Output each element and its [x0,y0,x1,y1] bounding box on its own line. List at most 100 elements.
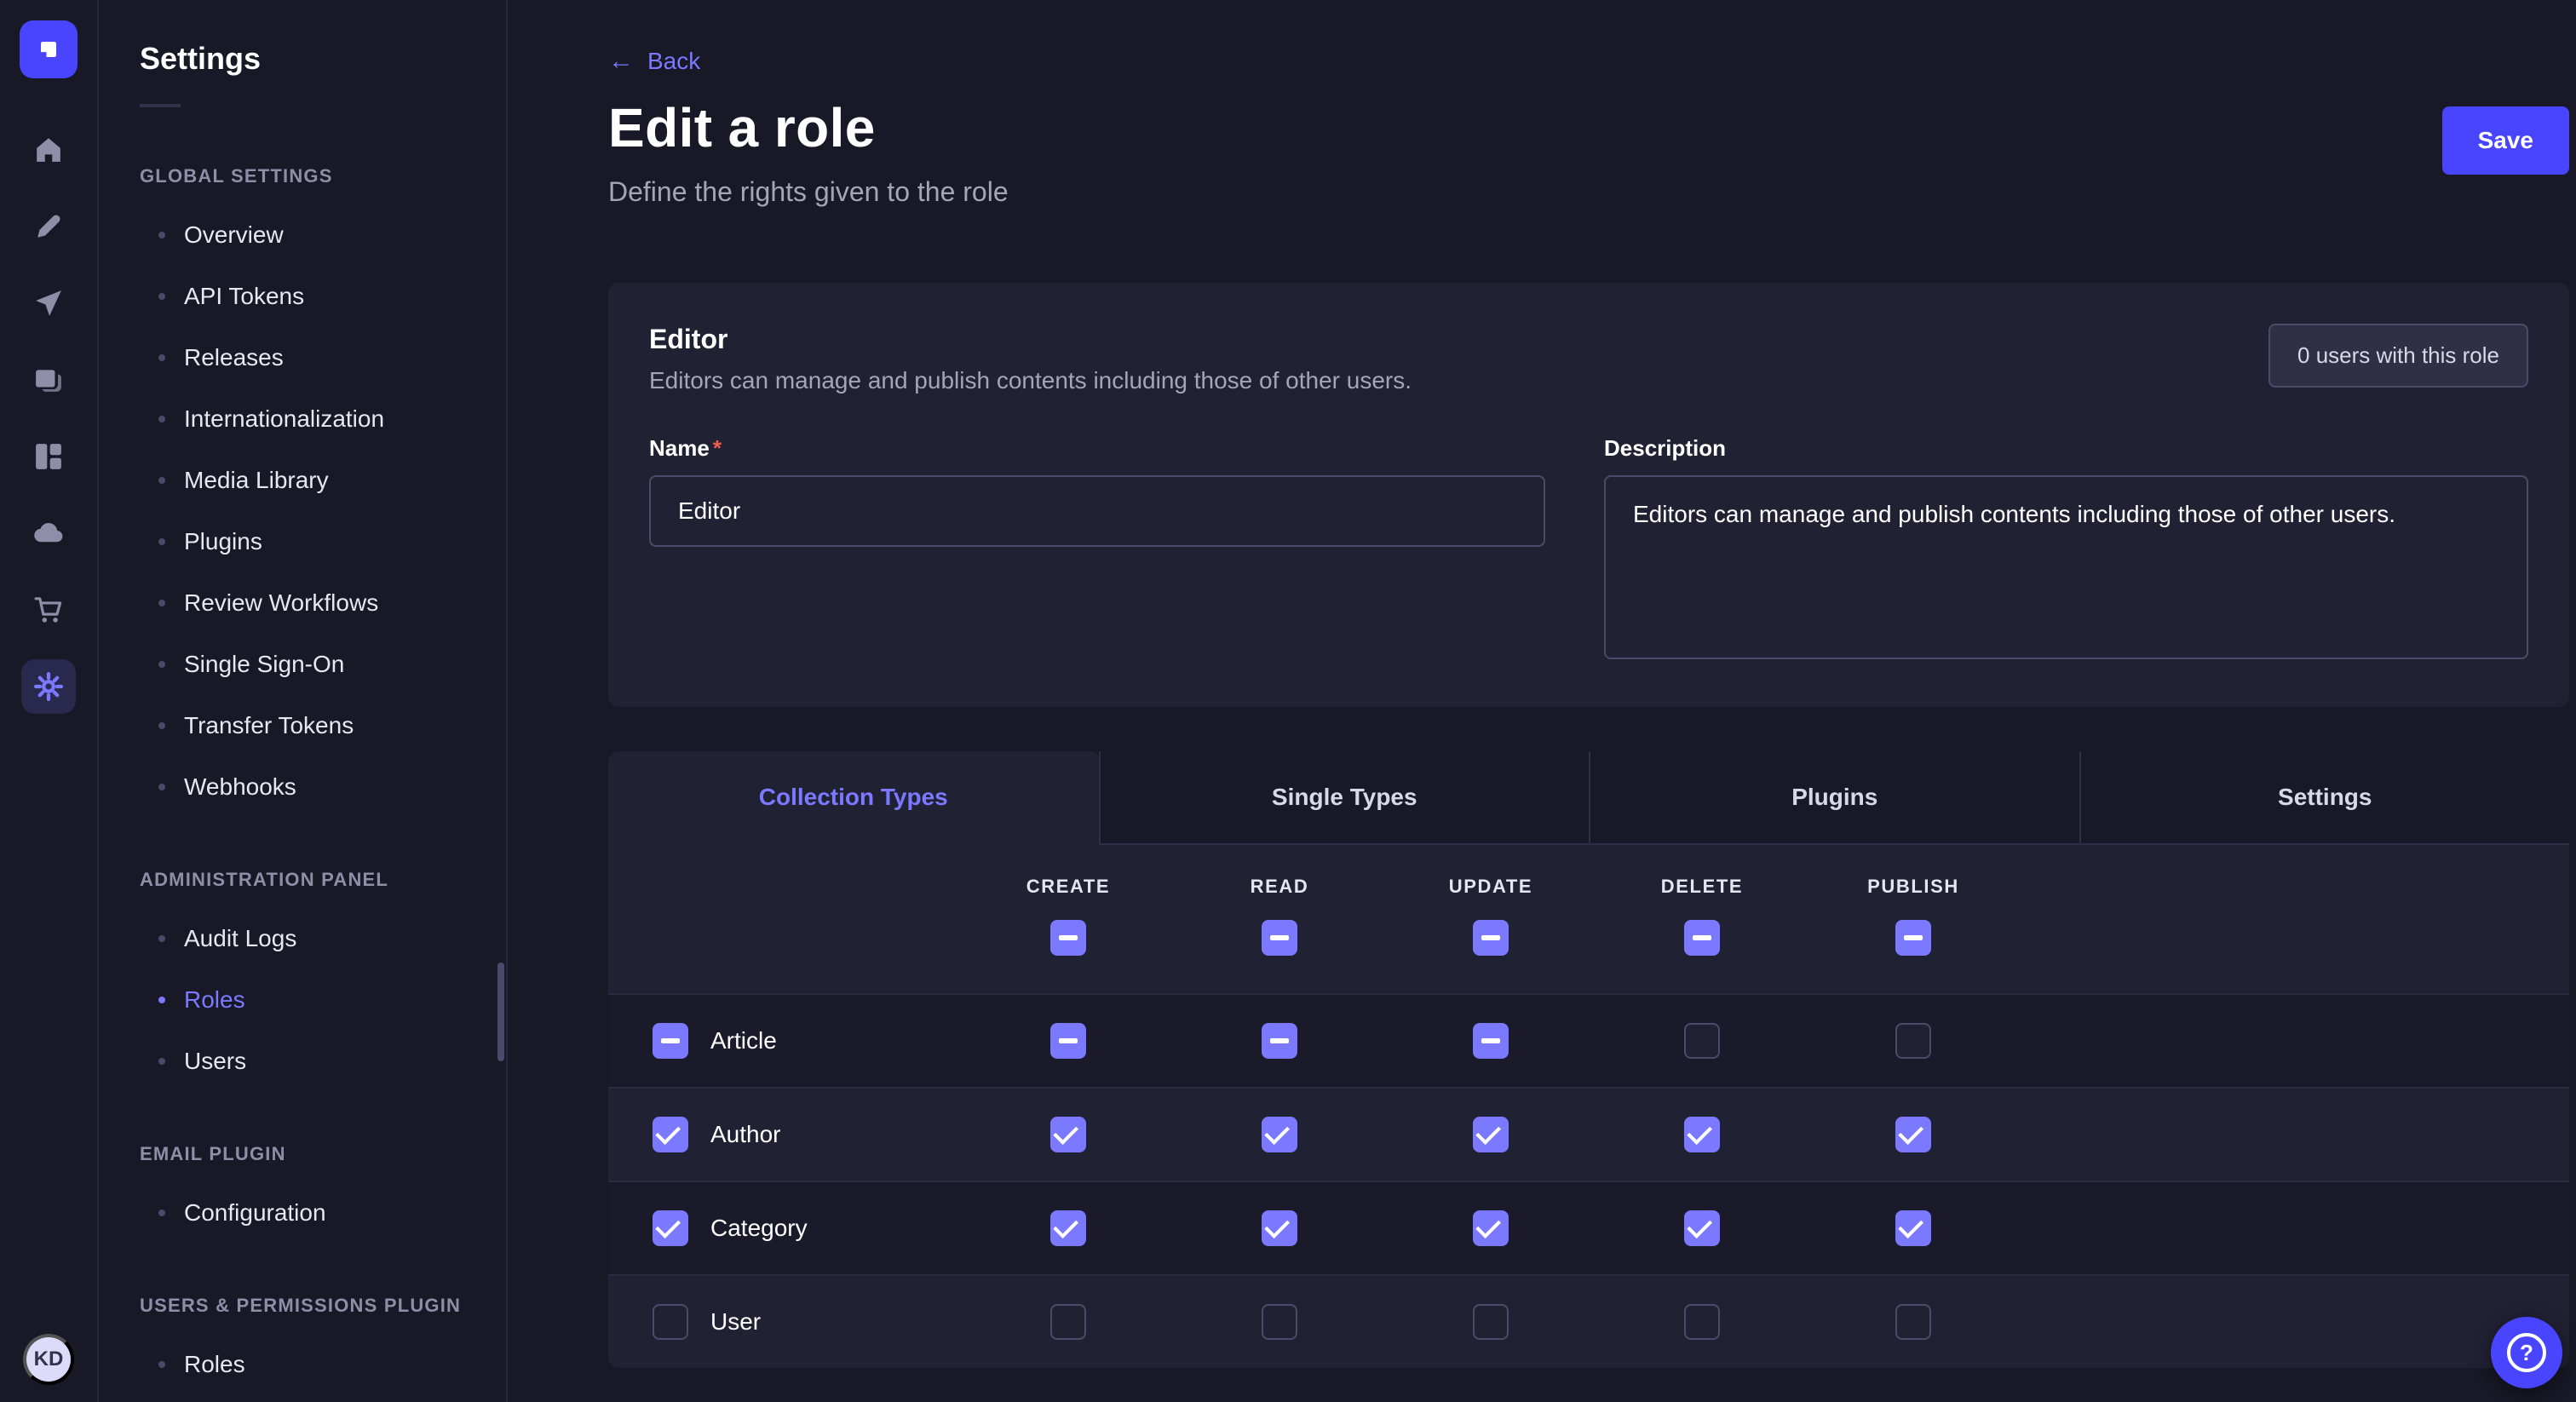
user-read-checkbox[interactable] [1262,1304,1297,1340]
sidebar-item-label: Releases [184,344,284,371]
help-button[interactable]: ? [2491,1317,2562,1388]
sidebar-item-media-library[interactable]: Media Library [99,450,506,511]
nav-marketplace-button[interactable] [21,583,76,637]
article-publish-checkbox[interactable] [1895,1023,1931,1059]
header-spacer [608,876,963,956]
row-checkbox-user[interactable] [653,1304,688,1340]
media-library-icon [34,365,63,394]
sidebar-item-roles-admin[interactable]: Roles [99,969,506,1031]
question-mark-icon: ? [2507,1333,2546,1372]
user-publish-checkbox[interactable] [1895,1304,1931,1340]
author-create-checkbox[interactable] [1050,1117,1086,1152]
paper-plane-icon [34,289,63,318]
article-update-checkbox[interactable] [1473,1023,1509,1059]
column-label: CREATE [1026,876,1110,898]
tab-single-types[interactable]: Single Types [1099,751,1590,845]
description-textarea[interactable]: Editors can manage and publish contents … [1604,475,2528,659]
nav-content-manager-button[interactable] [21,199,76,254]
select-all-publish-checkbox[interactable] [1895,920,1931,956]
bullet-icon [158,997,165,1003]
author-read-checkbox[interactable] [1262,1117,1297,1152]
row-checkbox-category[interactable] [653,1210,688,1246]
user-update-checkbox[interactable] [1473,1304,1509,1340]
section-email-plugin: EMAIL PLUGIN Configuration [99,1129,506,1244]
category-publish-checkbox[interactable] [1895,1210,1931,1246]
nav-settings-button[interactable] [21,659,76,714]
sidebar-item-webhooks[interactable]: Webhooks [99,756,506,818]
rail-nav [21,123,76,1334]
author-delete-checkbox[interactable] [1684,1117,1720,1152]
back-link[interactable]: ← Back [608,48,700,75]
tab-collection-types[interactable]: Collection Types [608,751,1099,845]
cell [1385,1117,1596,1152]
select-all-create-checkbox[interactable] [1050,920,1086,956]
row-label-cell: Author [608,1117,963,1152]
sidebar-item-users[interactable]: Users [99,1031,506,1092]
permissions-header-row: CREATE READ UPDATE DELETE PUBLISH [608,845,2569,993]
description-field-group: Description Editors can manage and publi… [1604,435,2528,666]
author-update-checkbox[interactable] [1473,1117,1509,1152]
user-create-checkbox[interactable] [1050,1304,1086,1340]
sidebar-item-audit-logs[interactable]: Audit Logs [99,908,506,969]
user-avatar[interactable]: KD [23,1334,74,1385]
sidebar-item-internationalization[interactable]: Internationalization [99,388,506,450]
sidebar-item-configuration[interactable]: Configuration [99,1182,506,1244]
author-publish-checkbox[interactable] [1895,1117,1931,1152]
category-create-checkbox[interactable] [1050,1210,1086,1246]
sidebar-item-single-sign-on[interactable]: Single Sign-On [99,634,506,695]
table-row-category: Category [608,1181,2569,1274]
sidebar-item-review-workflows[interactable]: Review Workflows [99,572,506,634]
row-checkbox-article[interactable] [653,1023,688,1059]
row-checkbox-author[interactable] [653,1117,688,1152]
save-button[interactable]: Save [2442,106,2569,175]
category-read-checkbox[interactable] [1262,1210,1297,1246]
select-all-read-checkbox[interactable] [1262,920,1297,956]
article-delete-checkbox[interactable] [1684,1023,1720,1059]
article-read-checkbox[interactable] [1262,1023,1297,1059]
name-input[interactable] [649,475,1545,547]
layout-icon [34,442,63,471]
role-name-heading: Editor [649,324,1412,355]
back-label: Back [647,48,700,75]
nav-deploy-button[interactable] [21,276,76,330]
app-window: KD Settings GLOBAL SETTINGS Overview API… [0,0,2576,1402]
sidebar-item-plugins[interactable]: Plugins [99,511,506,572]
page-subtitle: Define the rights given to the role [608,176,1009,208]
user-delete-checkbox[interactable] [1684,1304,1720,1340]
nav-media-library-button[interactable] [21,353,76,407]
sidebar-item-api-tokens[interactable]: API Tokens [99,266,506,327]
category-delete-checkbox[interactable] [1684,1210,1720,1246]
bullet-icon [158,232,165,238]
sidebar-item-roles-up[interactable]: Roles [99,1334,506,1395]
role-details-card: Editor Editors can manage and publish co… [608,283,2569,707]
bullet-icon [158,784,165,790]
category-update-checkbox[interactable] [1473,1210,1509,1246]
sidebar-item-overview[interactable]: Overview [99,204,506,266]
cell [1385,1023,1596,1059]
sidebar-item-label: Roles [184,1351,245,1378]
row-label-text: Category [710,1215,808,1242]
bullet-icon [158,538,165,545]
sidebar-item-releases[interactable]: Releases [99,327,506,388]
article-create-checkbox[interactable] [1050,1023,1086,1059]
nav-content-type-builder-button[interactable] [21,429,76,484]
select-all-update-checkbox[interactable] [1473,920,1509,956]
nav-home-button[interactable] [21,123,76,177]
cell [1596,1117,1808,1152]
strapi-logo[interactable] [20,20,78,78]
select-all-delete-checkbox[interactable] [1684,920,1720,956]
cell [1174,1023,1385,1059]
users-with-role-badge[interactable]: 0 users with this role [2268,324,2528,388]
bullet-icon [158,1361,165,1368]
role-card-header-text: Editor Editors can manage and publish co… [649,324,1412,394]
tab-settings[interactable]: Settings [2079,751,2570,845]
role-description-text: Editors can manage and publish contents … [649,367,1412,394]
sidebar-item-label: Single Sign-On [184,651,344,678]
scrollbar-thumb[interactable] [497,962,504,1061]
column-label: READ [1251,876,1309,898]
nav-cloud-button[interactable] [21,506,76,560]
sidebar-item-providers[interactable]: Providers [99,1395,506,1402]
table-row-article: Article [608,993,2569,1087]
sidebar-item-transfer-tokens[interactable]: Transfer Tokens [99,695,506,756]
tab-plugins[interactable]: Plugins [1589,751,2079,845]
